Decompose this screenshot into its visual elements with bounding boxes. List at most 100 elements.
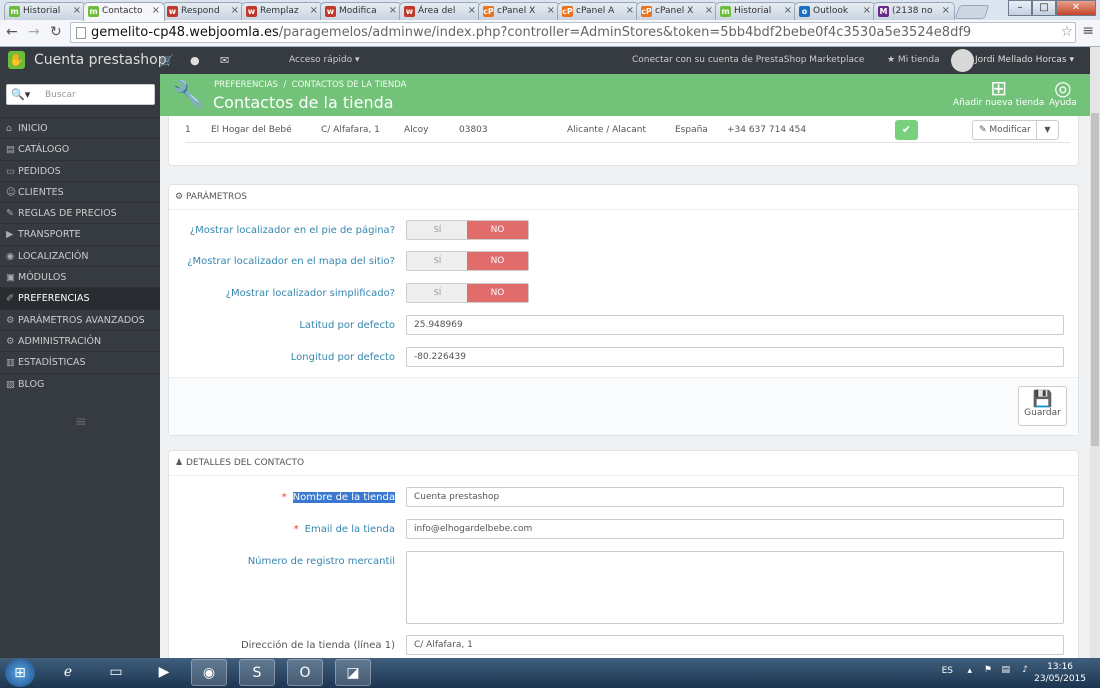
browser-tab[interactable]: cP cPanel X × <box>478 2 560 20</box>
sidebar-item-transporte[interactable]: ▶ TRANSPORTE <box>0 223 160 245</box>
reload-icon[interactable]: ↻ <box>50 24 62 40</box>
sidebar-item-pedidos[interactable]: ▭ PEDIDOS <box>0 159 160 181</box>
collapse-menu-icon[interactable]: ≡ <box>75 414 87 430</box>
chevron-down-icon[interactable]: ▼ <box>1036 121 1058 139</box>
forward-icon[interactable]: → <box>28 24 40 40</box>
browser-tab[interactable]: w Modifica × <box>320 2 402 20</box>
latitude-input[interactable]: 25.948969 <box>406 315 1064 335</box>
sidebar-item-cat-logo[interactable]: ▤ CATÁLOGO <box>0 138 160 160</box>
skype-icon[interactable]: S <box>239 659 275 686</box>
sidebar-item-reglas-de-precios[interactable]: ✎ REGLAS DE PRECIOS <box>0 202 160 224</box>
toggle-show-footer[interactable]: SÍ NO <box>406 220 529 240</box>
browser-menu-icon[interactable]: ≡ <box>1082 23 1094 39</box>
cart-icon[interactable]: 🛒 <box>160 54 174 67</box>
scrollbar-thumb[interactable] <box>1091 113 1099 446</box>
close-tab-icon[interactable]: × <box>389 5 397 16</box>
search-box[interactable]: 🔍▾ Buscar <box>6 84 155 105</box>
shop-email-input[interactable]: info@elhogardelbebe.com <box>406 519 1064 539</box>
sidebar-item-clientes[interactable]: ☺ CLIENTES <box>0 180 160 203</box>
avatar[interactable] <box>951 49 974 72</box>
save-button[interactable]: 💾 Guardar <box>1018 386 1067 426</box>
browser-tab[interactable]: m Historial × <box>715 2 797 20</box>
toggle-show-sitemap[interactable]: SÍ NO <box>406 251 529 271</box>
toggle-no[interactable]: NO <box>467 252 528 270</box>
quick-access-dropdown[interactable]: Acceso rápido ▾ <box>289 55 360 65</box>
prestashop-logo[interactable]: ✋ <box>8 51 25 69</box>
sidebar-item-preferencias[interactable]: ✐ PREFERENCIAS <box>0 287 160 309</box>
my-shop-link[interactable]: ★ Mi tienda <box>887 55 940 65</box>
close-tab-icon[interactable]: × <box>547 5 555 16</box>
media-player-icon[interactable]: ▶ <box>146 659 182 686</box>
network-icon[interactable]: ▤ <box>1001 665 1010 675</box>
divider <box>169 475 1078 476</box>
bookmark-star-icon[interactable]: ☆ <box>1060 24 1073 40</box>
status-enabled-button[interactable]: ✔ <box>895 120 918 140</box>
back-icon[interactable]: ← <box>6 24 18 40</box>
close-tab-icon[interactable]: × <box>152 5 160 16</box>
toggle-no[interactable]: NO <box>467 284 528 302</box>
flag-icon[interactable]: ⚑ <box>984 665 992 675</box>
toggle-no[interactable]: NO <box>467 221 528 239</box>
registry-textarea[interactable] <box>406 551 1064 624</box>
clock[interactable]: 13:16 23/05/2015 <box>1034 661 1086 685</box>
help-button[interactable]: ◎ Ayuda <box>1049 78 1077 108</box>
tray-expand-icon[interactable]: ▴ <box>967 666 972 676</box>
modify-button[interactable]: ✎ Modificar ▼ <box>972 120 1059 140</box>
close-tab-icon[interactable]: × <box>863 5 871 16</box>
breadcrumb-store-contacts[interactable]: CONTACTOS DE LA TIENDA <box>292 80 407 90</box>
close-window-button[interactable]: ✕ <box>1056 0 1096 16</box>
volume-icon[interactable]: ♪ <box>1022 665 1028 675</box>
sidebar-item-localizaci-n[interactable]: ◉ LOCALIZACIÓN <box>0 244 160 267</box>
toggle-show-simplified[interactable]: SÍ NO <box>406 283 529 303</box>
close-tab-icon[interactable]: × <box>468 5 476 16</box>
browser-tab[interactable]: w Respond × <box>162 2 244 20</box>
address1-input[interactable]: C/ Alfafara, 1 <box>406 635 1064 655</box>
close-tab-icon[interactable]: × <box>231 5 239 16</box>
customer-icon[interactable]: ● <box>190 54 200 67</box>
start-button[interactable]: ⊞ <box>5 659 35 687</box>
search-icon[interactable]: 🔍▾ <box>11 88 30 101</box>
close-tab-icon[interactable]: × <box>73 5 81 16</box>
browser-tab[interactable]: w Remplaz × <box>241 2 323 20</box>
browser-tab[interactable]: w Área del × <box>399 2 481 20</box>
user-menu[interactable]: Jordi Mellado Horcas ▾ <box>975 55 1074 65</box>
toggle-yes[interactable]: SÍ <box>407 221 468 239</box>
search-input[interactable]: Buscar <box>45 90 76 100</box>
longitude-input[interactable]: -80.226439 <box>406 347 1064 367</box>
add-store-button[interactable]: ⊞ Añadir nueva tienda <box>953 78 1044 108</box>
close-tab-icon[interactable]: × <box>626 5 634 16</box>
url-field[interactable]: gemelito-cp48.webjoomla.es/paragemelos/a… <box>70 22 1076 43</box>
envelope-icon[interactable]: ✉ <box>220 54 229 67</box>
new-tab-button[interactable] <box>954 5 990 19</box>
ie-icon[interactable]: ℯ <box>50 659 86 686</box>
browser-tab[interactable]: m Contacto × <box>83 2 165 21</box>
chrome-icon[interactable]: ◉ <box>191 659 227 686</box>
maximize-button[interactable]: □ <box>1032 0 1056 16</box>
language-indicator[interactable]: ES <box>942 666 953 676</box>
toggle-yes[interactable]: SÍ <box>407 252 468 270</box>
browser-tab[interactable]: cP cPanel X × <box>636 2 718 20</box>
close-tab-icon[interactable]: × <box>942 5 950 16</box>
sidebar-item-blog[interactable]: ▨ BLOG <box>0 372 160 394</box>
shop-name-link[interactable]: Cuenta prestashop <box>34 52 167 68</box>
outlook-icon[interactable]: O <box>287 659 323 686</box>
close-tab-icon[interactable]: × <box>784 5 792 16</box>
browser-tab[interactable]: cP cPanel A × <box>557 2 639 20</box>
shop-name-input[interactable]: Cuenta prestashop <box>406 487 1064 507</box>
sidebar-item-inicio[interactable]: ⌂ INICIO <box>0 117 160 139</box>
browser-tab[interactable]: o Outlook × <box>794 2 876 20</box>
browser-tab[interactable]: m Historial × <box>4 2 86 20</box>
sidebar-item-par-metros-avanzados[interactable]: ⚙ PARÁMETROS AVANZADOS <box>0 308 160 330</box>
sidebar-item-estad-sticas[interactable]: ▥ ESTADÍSTICAS <box>0 351 160 373</box>
explorer-icon[interactable]: ▭ <box>98 659 134 686</box>
toggle-yes[interactable]: SÍ <box>407 284 468 302</box>
close-tab-icon[interactable]: × <box>705 5 713 16</box>
sidebar-item-administraci-n[interactable]: ⚙ ADMINISTRACIÓN <box>0 329 160 352</box>
sidebar-item-m-dulos[interactable]: ▣ MÓDULOS <box>0 266 160 288</box>
browser-tab[interactable]: M (2138 no × <box>873 2 955 20</box>
minimize-button[interactable]: – <box>1008 0 1032 16</box>
close-tab-icon[interactable]: × <box>310 5 318 16</box>
marketplace-connect-link[interactable]: Conectar con su cuenta de PrestaShop Mar… <box>632 55 864 65</box>
breadcrumb-preferences[interactable]: PREFERENCIAS <box>214 80 278 90</box>
app-icon[interactable]: ◪ <box>335 659 371 686</box>
